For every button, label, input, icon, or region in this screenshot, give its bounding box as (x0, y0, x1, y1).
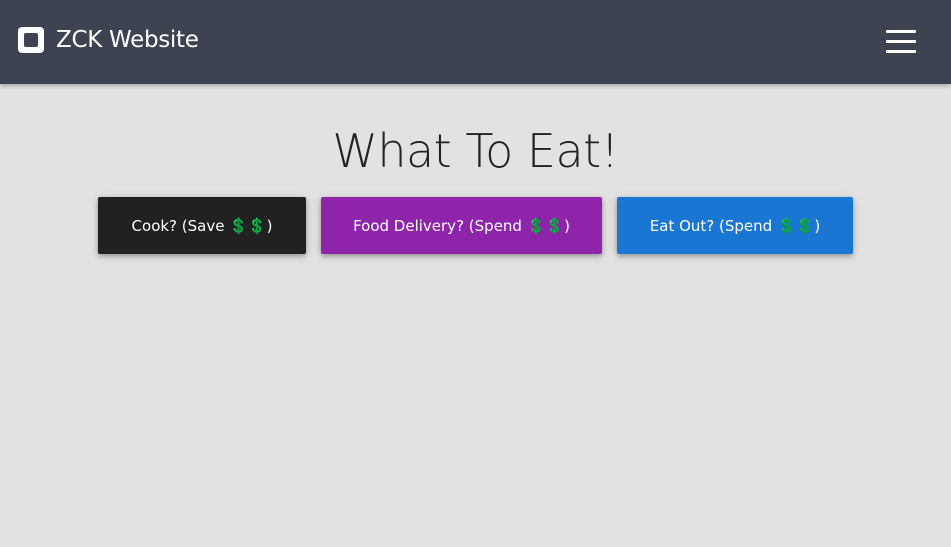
top-navbar: ZCK Website (0, 0, 951, 84)
dollar-sign-icon: 💲💲 (776, 216, 815, 235)
cook-button-label: Cook? (Save (131, 216, 230, 235)
page-title: What To Eat! (332, 124, 619, 178)
cook-button-suffix: ) (266, 216, 273, 235)
brand-link[interactable]: ZCK Website (18, 25, 199, 55)
hamburger-line (886, 50, 916, 53)
square-logo-icon (18, 27, 44, 53)
food-delivery-button-label: Food Delivery? (Spend (353, 216, 527, 235)
dollar-sign-icon: 💲💲 (526, 216, 565, 235)
dollar-sign-icon: 💲💲 (229, 216, 267, 235)
food-delivery-button-suffix: ) (564, 216, 570, 235)
hamburger-menu-icon[interactable] (886, 29, 916, 53)
hamburger-line (886, 30, 916, 33)
eat-out-button[interactable]: Eat Out? (Spend 💲💲) (617, 197, 853, 254)
eat-out-button-suffix: ) (814, 216, 821, 235)
brand-title: ZCK Website (56, 27, 199, 53)
food-delivery-button[interactable]: Food Delivery? (Spend 💲💲) (321, 197, 602, 254)
eat-out-button-label: Eat Out? (Spend (649, 216, 777, 235)
hamburger-line (886, 40, 916, 43)
cook-button[interactable]: Cook? (Save 💲💲) (98, 197, 306, 254)
